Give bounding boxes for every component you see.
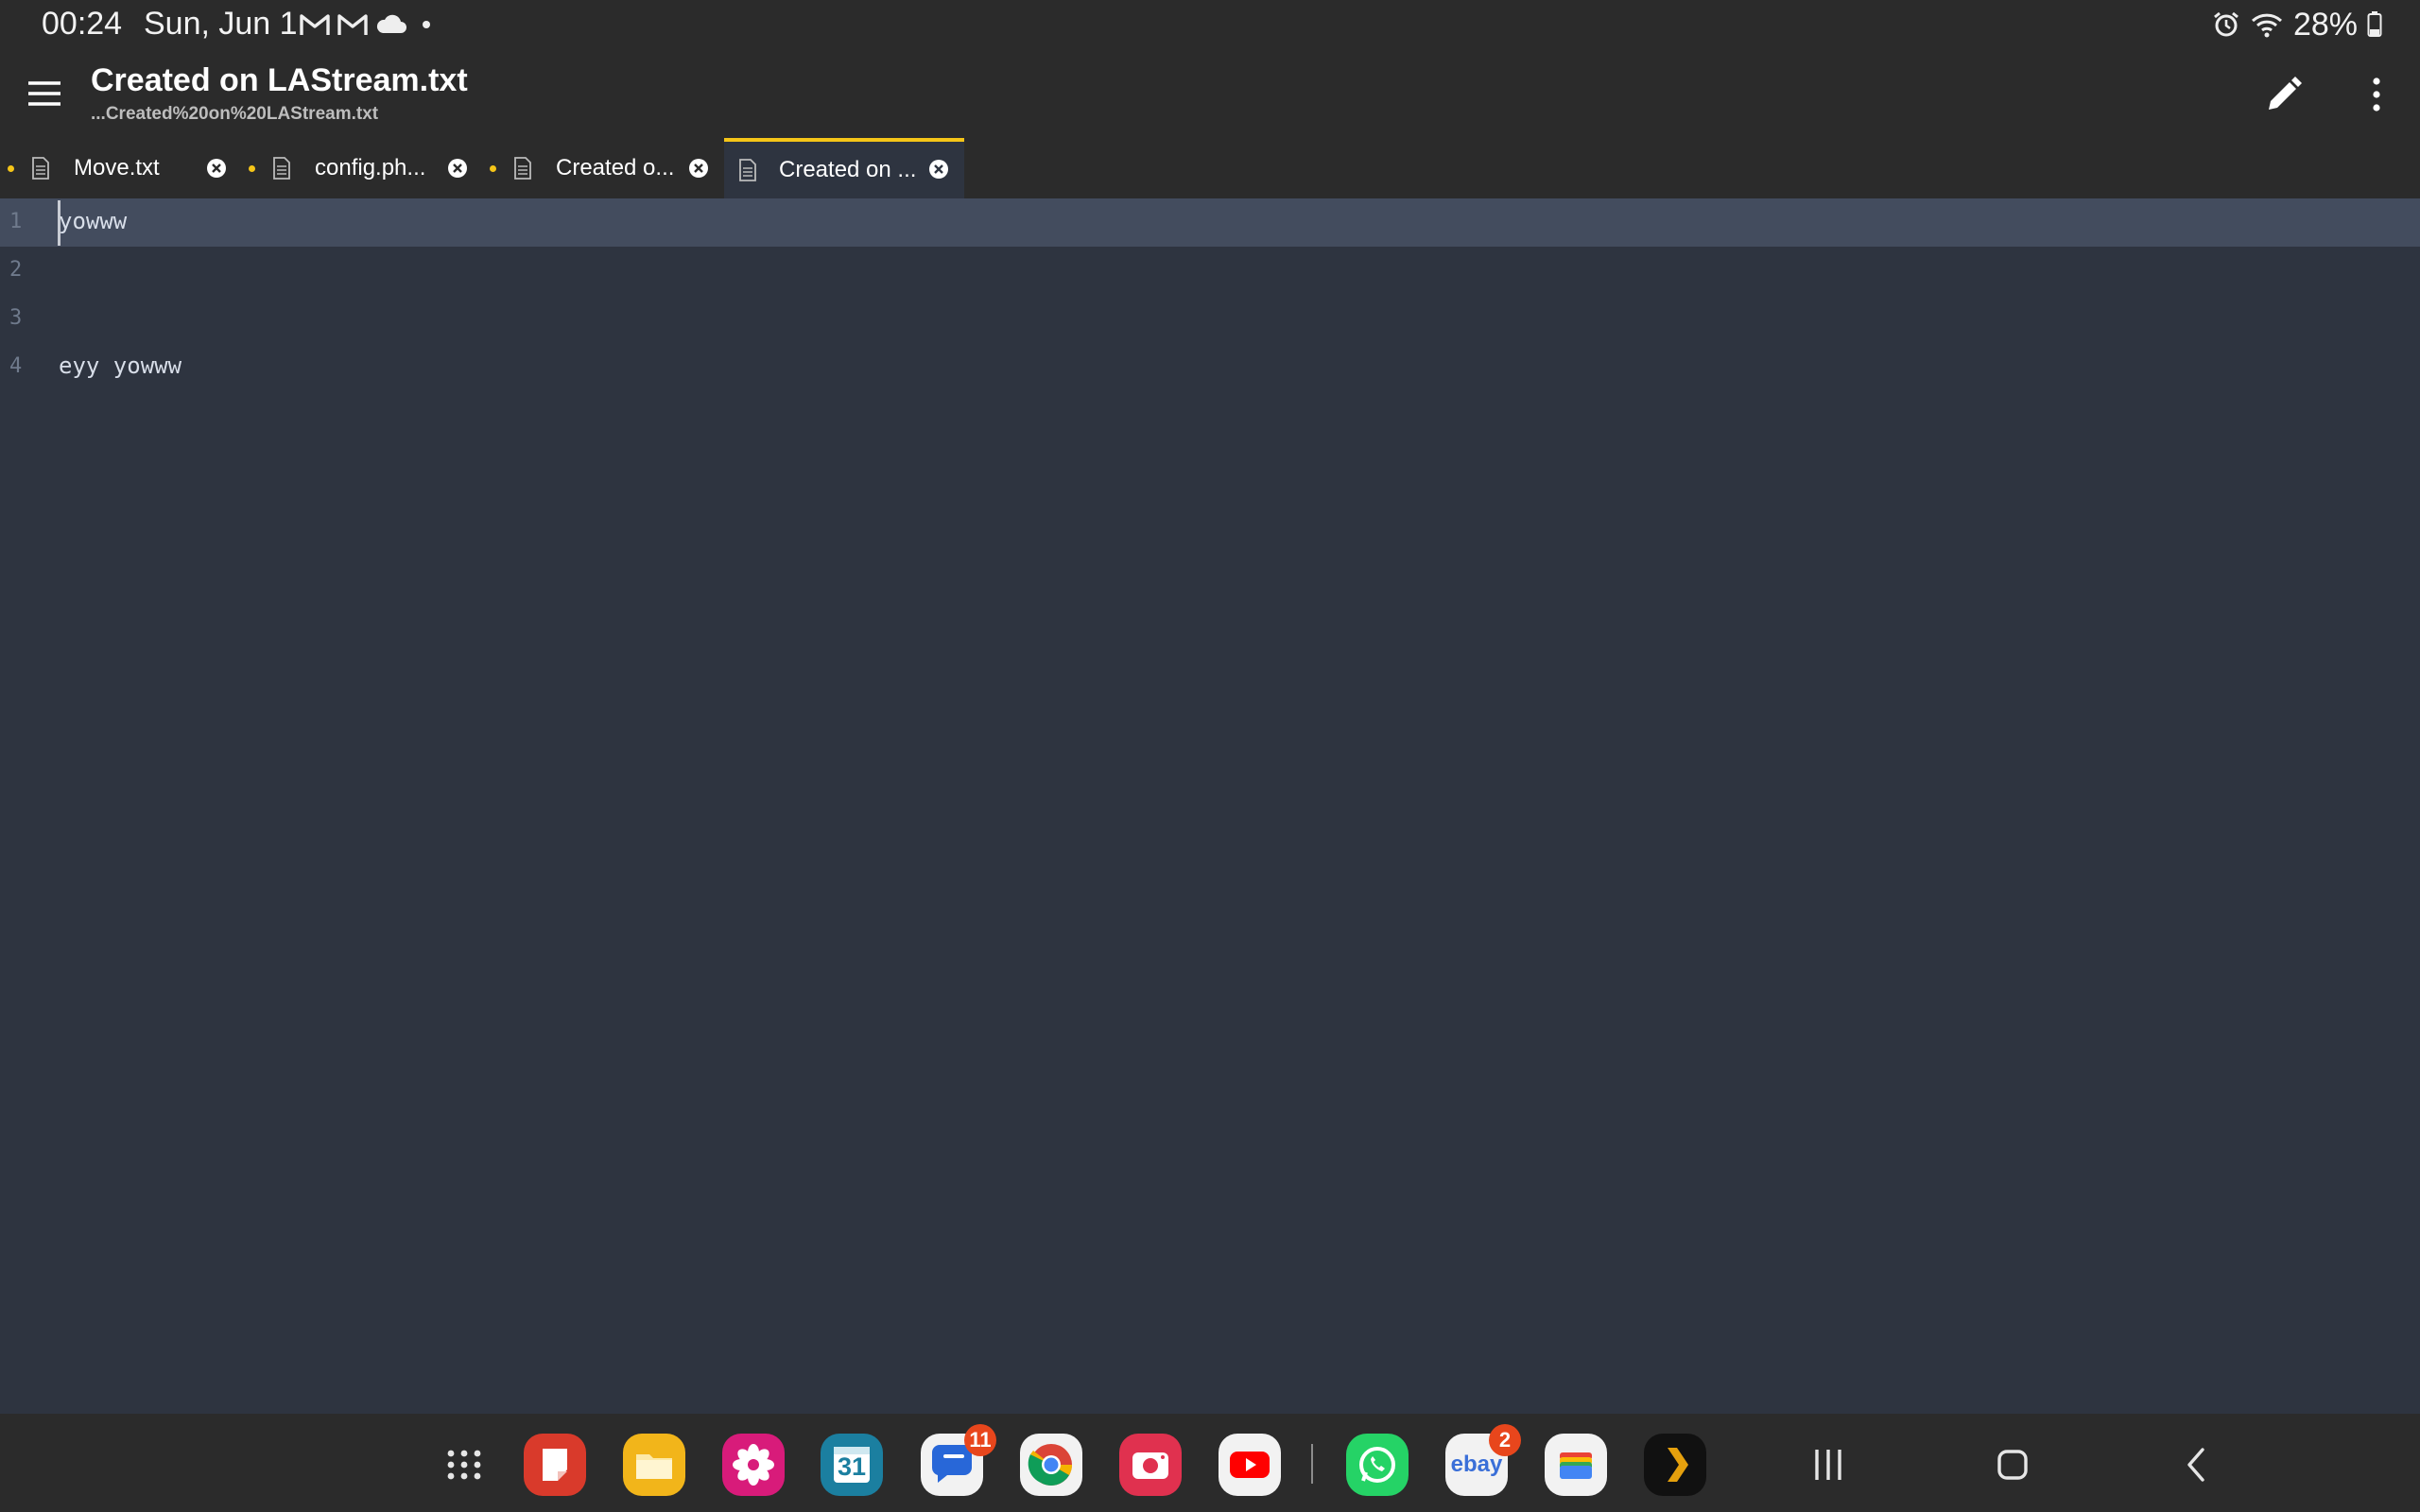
- messages-icon[interactable]: 11: [921, 1424, 996, 1496]
- youtube-icon[interactable]: [1219, 1434, 1281, 1496]
- whatsapp-icon[interactable]: [1346, 1434, 1409, 1496]
- notification-icons: [299, 9, 439, 40]
- tab-label: Move.txt: [74, 155, 160, 180]
- editor-line[interactable]: 1 yowww: [0, 198, 2420, 247]
- tab-label: config.ph...: [315, 155, 426, 180]
- line-text[interactable]: eyy yowww: [59, 352, 182, 379]
- gmail-icon: [337, 14, 368, 35]
- app-drawer-icon[interactable]: [433, 1434, 495, 1496]
- cloud-icon: [376, 14, 406, 33]
- tab-label: Created on ...: [779, 157, 917, 182]
- tab-created-on-active[interactable]: Created on ...: [724, 138, 964, 198]
- plex-icon[interactable]: [1644, 1434, 1706, 1496]
- back-icon[interactable]: [2170, 1438, 2223, 1491]
- battery-icon: [2367, 11, 2382, 37]
- samsung-notes-icon[interactable]: [524, 1434, 586, 1496]
- file-title: Created on LAStream.txt: [91, 62, 468, 98]
- editor-line[interactable]: 3: [0, 295, 2420, 343]
- line-text[interactable]: yowww: [59, 208, 127, 234]
- alarm-icon: [2214, 11, 2238, 37]
- close-tab-icon[interactable]: [447, 158, 468, 179]
- document-icon: [514, 157, 531, 180]
- unsaved-dot-icon: [490, 165, 496, 172]
- wifi-icon: [2251, 13, 2282, 38]
- calendar-icon[interactable]: 31: [821, 1434, 883, 1496]
- line-number: 4: [9, 354, 23, 378]
- gmail-icon: [300, 14, 330, 35]
- line-number: 1: [9, 210, 23, 233]
- editor-line[interactable]: 2: [0, 247, 2420, 295]
- battery-percent: 28%: [2292, 6, 2358, 43]
- chrome-icon[interactable]: [1020, 1434, 1082, 1496]
- tab-label: Created o...: [556, 155, 675, 180]
- app-bar: Created on LAStream.txt ...Created%20on%…: [0, 49, 2420, 138]
- unsaved-dot-icon: [8, 165, 14, 172]
- status-right: 28%: [2212, 6, 2382, 43]
- messages-badge: 11: [964, 1424, 996, 1456]
- line-number: 2: [9, 258, 23, 282]
- document-icon: [739, 159, 756, 181]
- tab-bar: Move.txt config.ph... Created o... Creat…: [0, 138, 2420, 198]
- camera-icon[interactable]: [1119, 1434, 1182, 1496]
- document-icon: [32, 157, 49, 180]
- wallet-icon[interactable]: [1545, 1434, 1607, 1496]
- status-bar: 00:24 Sun, Jun 1 28%: [0, 0, 2420, 49]
- text-editor[interactable]: 1 yowww 2 3 4 eyy yowww: [0, 198, 2420, 1414]
- edit-pencil-icon[interactable]: [2261, 72, 2307, 117]
- line-number: 3: [9, 306, 23, 330]
- unsaved-dot-icon: [249, 165, 255, 172]
- editor-line[interactable]: 4 eyy yowww: [0, 343, 2420, 391]
- taskbar: 31 11 ebay 2: [0, 1414, 2420, 1512]
- document-icon: [273, 157, 290, 180]
- calendar-day: 31: [837, 1452, 867, 1481]
- file-path: ...Created%20on%20LAStream.txt: [91, 104, 379, 124]
- tab-move-txt[interactable]: Move.txt: [0, 138, 240, 198]
- status-time: 00:24: [42, 6, 123, 42]
- recent-apps-icon[interactable]: [1802, 1438, 1855, 1491]
- my-files-icon[interactable]: [623, 1434, 685, 1496]
- ebay-logo-text: ebay: [1450, 1452, 1503, 1477]
- tab-created-on-1[interactable]: Created o...: [482, 138, 722, 198]
- close-tab-icon[interactable]: [688, 158, 709, 179]
- close-tab-icon[interactable]: [928, 159, 949, 180]
- ebay-icon[interactable]: ebay 2: [1445, 1424, 1521, 1496]
- menu-icon[interactable]: [25, 74, 64, 113]
- home-icon[interactable]: [1986, 1438, 2039, 1491]
- close-tab-icon[interactable]: [206, 158, 227, 179]
- more-options-icon[interactable]: [2354, 72, 2399, 117]
- ebay-badge: 2: [1489, 1424, 1521, 1456]
- flower-app-icon[interactable]: [722, 1434, 785, 1496]
- dock-divider: [1311, 1444, 1313, 1484]
- tab-config-php[interactable]: config.ph...: [241, 138, 481, 198]
- status-date: Sun, Jun 1: [144, 6, 298, 42]
- dot-icon: [423, 21, 430, 28]
